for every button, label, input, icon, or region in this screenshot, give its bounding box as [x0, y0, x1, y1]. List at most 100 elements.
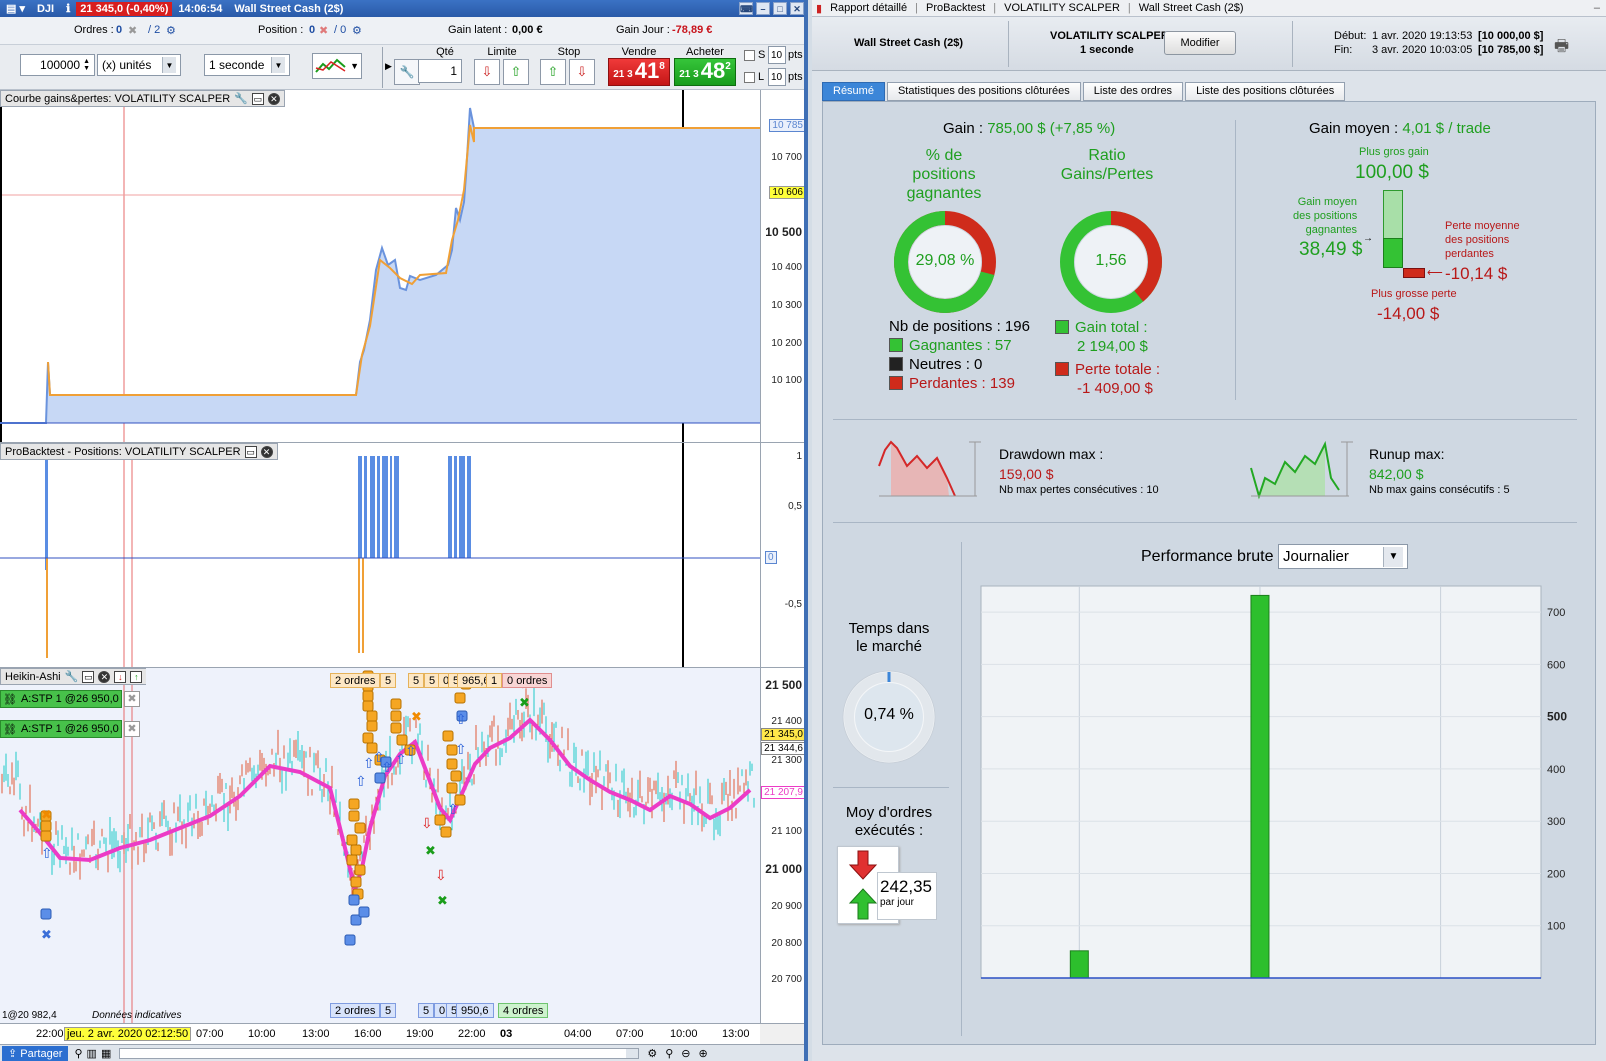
position-link-icon[interactable]: ⚙: [352, 24, 362, 37]
tab-liste-positions[interactable]: Liste des positions clôturées: [1185, 82, 1346, 101]
pct-title-line: % de: [925, 147, 963, 164]
gain-label: Gain :: [943, 120, 984, 137]
order-group-bottom[interactable]: 4 ordres: [498, 1003, 549, 1018]
orders-link-icon[interactable]: ⚙: [166, 24, 176, 37]
limit-checkbox[interactable]: [744, 72, 755, 83]
arrow-up-icon[interactable]: ↑: [130, 670, 143, 683]
window-icon[interactable]: ▭: [251, 92, 264, 105]
stop-checkbox[interactable]: [744, 50, 755, 61]
maximize-icon[interactable]: □: [773, 2, 787, 15]
play-icon[interactable]: ▶: [385, 61, 392, 72]
zoom-fit-icon[interactable]: ⚲: [665, 1047, 673, 1060]
minimize-icon[interactable]: –: [1594, 2, 1606, 14]
keyboard-icon[interactable]: ⌨: [739, 2, 753, 15]
zoom-out-icon[interactable]: ⊖: [681, 1047, 690, 1060]
cancel-order-icon[interactable]: ✖: [124, 721, 140, 737]
perf-period-select[interactable]: Journalier ▼: [1278, 544, 1408, 569]
time-tick: 19:00: [406, 1028, 434, 1040]
stop-buy-button[interactable]: ⇧: [540, 59, 566, 85]
tab-liste-ordres[interactable]: Liste des ordres: [1082, 82, 1184, 101]
horizontal-scrollbar[interactable]: [119, 1047, 640, 1059]
positions-pane[interactable]: ProBacktest - Positions: VOLATILITY SCAL…: [0, 443, 804, 668]
window-icon[interactable]: ▭: [244, 445, 257, 458]
nb-positions: Nb de positions : 196: [889, 318, 1030, 335]
limit-buy-button[interactable]: ⇩: [474, 59, 500, 85]
amount-input[interactable]: 100000 ▲ ▼: [20, 54, 95, 76]
section-divider: [833, 419, 1577, 420]
grid-icon[interactable]: ▦: [101, 1047, 111, 1060]
window-icon[interactable]: ▭: [82, 670, 95, 683]
zoom-icon[interactable]: ⚲: [74, 1047, 82, 1060]
order-group-top[interactable]: 5: [408, 673, 425, 688]
order-group-top[interactable]: 2 ordres: [330, 673, 381, 688]
wrench-button[interactable]: 🔧: [394, 59, 420, 85]
stop-order-label: A:STP 1 @26 950,0: [20, 723, 119, 735]
buy-button[interactable]: 21 3 48 2: [674, 58, 736, 86]
avg-gain-bar: [1383, 238, 1403, 268]
print-icon[interactable]: 🖶: [1554, 35, 1569, 62]
plus-gros-gain-value: 100,00 $: [1355, 162, 1429, 183]
order-group-bottom[interactable]: 5: [380, 1003, 397, 1018]
settings-icon[interactable]: ⚙: [647, 1047, 657, 1060]
stop-sell-button[interactable]: ⇩: [569, 59, 595, 85]
tab-statistiques[interactable]: Statistiques des positions clôturées: [886, 82, 1081, 101]
stop-order-1[interactable]: ⛓ A:STP 1 @26 950,0: [0, 690, 122, 708]
minimize-icon[interactable]: –: [756, 2, 770, 15]
arrow-down-icon[interactable]: ↓: [114, 670, 127, 683]
instrument-name[interactable]: DJI: [31, 3, 60, 15]
zoom-in-icon[interactable]: ⊕: [699, 1047, 708, 1060]
price-chart-pane[interactable]: Heikin-Ashi 🔧 ▭ ✕ ↓ ↑ ✖ ✖ ✖ ✖ ✖ ✖ ⇧ ⇧ ⇧ ⇧ ⇧ ⇧ ⇧ ⇧ ⇧ ⇧ ⇩ ⇩…: [0, 668, 804, 1024]
order-group-top[interactable]: 0 ordres: [502, 673, 553, 688]
stop-order-2[interactable]: ⛓ A:STP 1 @26 950,0: [0, 720, 122, 738]
runup-label: Runup max:: [1369, 446, 1445, 462]
order-marker: [446, 758, 458, 770]
l-pts-input[interactable]: 10: [768, 68, 786, 86]
perte-moy-value: -10,14 $: [1445, 264, 1508, 283]
position-cancel-icon[interactable]: ✖: [319, 24, 328, 37]
equity-curve-pane[interactable]: Courbe gains&pertes: VOLATILITY SCALPER …: [0, 90, 804, 443]
order-group-label: 1: [491, 674, 498, 687]
cancel-order-icon[interactable]: ✖: [124, 691, 140, 707]
order-marker: [350, 844, 362, 856]
qty-input[interactable]: 1: [418, 59, 462, 83]
s-pts-input[interactable]: 10: [768, 46, 786, 64]
spinner-icon[interactable]: ▲ ▼: [83, 58, 90, 72]
order-group-bottom[interactable]: 5: [418, 1003, 435, 1018]
drawdown-sub: Nb max pertes consécutives : 10: [999, 484, 1159, 496]
order-marker: [390, 722, 402, 734]
arrow-right-icon: →: [1363, 233, 1373, 244]
units-select[interactable]: (x) unités ▼: [97, 54, 181, 76]
wrench-icon[interactable]: 🔧: [234, 92, 248, 105]
black-square-icon: [889, 357, 903, 371]
close-icon[interactable]: ✕: [98, 670, 111, 683]
buy-label: Acheter: [686, 46, 724, 58]
tab-resume[interactable]: Résumé: [822, 82, 885, 101]
orders-cancel-icon[interactable]: ✖: [128, 24, 137, 37]
close-icon[interactable]: ✕: [267, 92, 280, 105]
scroll-right-icon[interactable]: [626, 1048, 639, 1058]
wrench-icon[interactable]: 🔧: [65, 670, 79, 683]
close-icon[interactable]: ✕: [790, 2, 804, 15]
order-group-bottom[interactable]: 950,6: [456, 1003, 494, 1018]
gain-latent-value: 0,00 €: [512, 24, 543, 36]
menu-icon[interactable]: ▤ ▾: [0, 2, 31, 15]
gain-moyen-label: Gain moyen :: [1309, 120, 1399, 137]
indicator-button[interactable]: ▼: [312, 53, 362, 79]
modify-button[interactable]: Modifier: [1164, 31, 1236, 55]
close-icon[interactable]: ✕: [260, 445, 273, 458]
order-group-top[interactable]: 1: [486, 673, 503, 688]
info-icon[interactable]: ℹ: [60, 2, 76, 15]
share-button[interactable]: ⇪ Partager: [2, 1045, 69, 1061]
order-group-top[interactable]: 5: [380, 673, 397, 688]
timeframe-select[interactable]: 1 seconde ▼: [204, 54, 290, 76]
time-axis: 22:00 jeu. 2 avr. 2020 02:12:50 07:00 10…: [0, 1024, 760, 1044]
sell-button[interactable]: 21 3 41 8: [608, 58, 670, 86]
candles-icon[interactable]: ▥: [87, 1047, 97, 1060]
order-group-label: 0: [507, 674, 514, 687]
order-group-bottom[interactable]: 2 ordres: [330, 1003, 381, 1018]
header-divider: [1008, 21, 1009, 67]
limit-sell-button[interactable]: ⇧: [503, 59, 529, 85]
time-tick: 04:00: [564, 1028, 592, 1040]
price-change-badge: 21 345,0 (-0,40%): [76, 1, 173, 16]
y-tick: 10 200: [771, 338, 802, 349]
